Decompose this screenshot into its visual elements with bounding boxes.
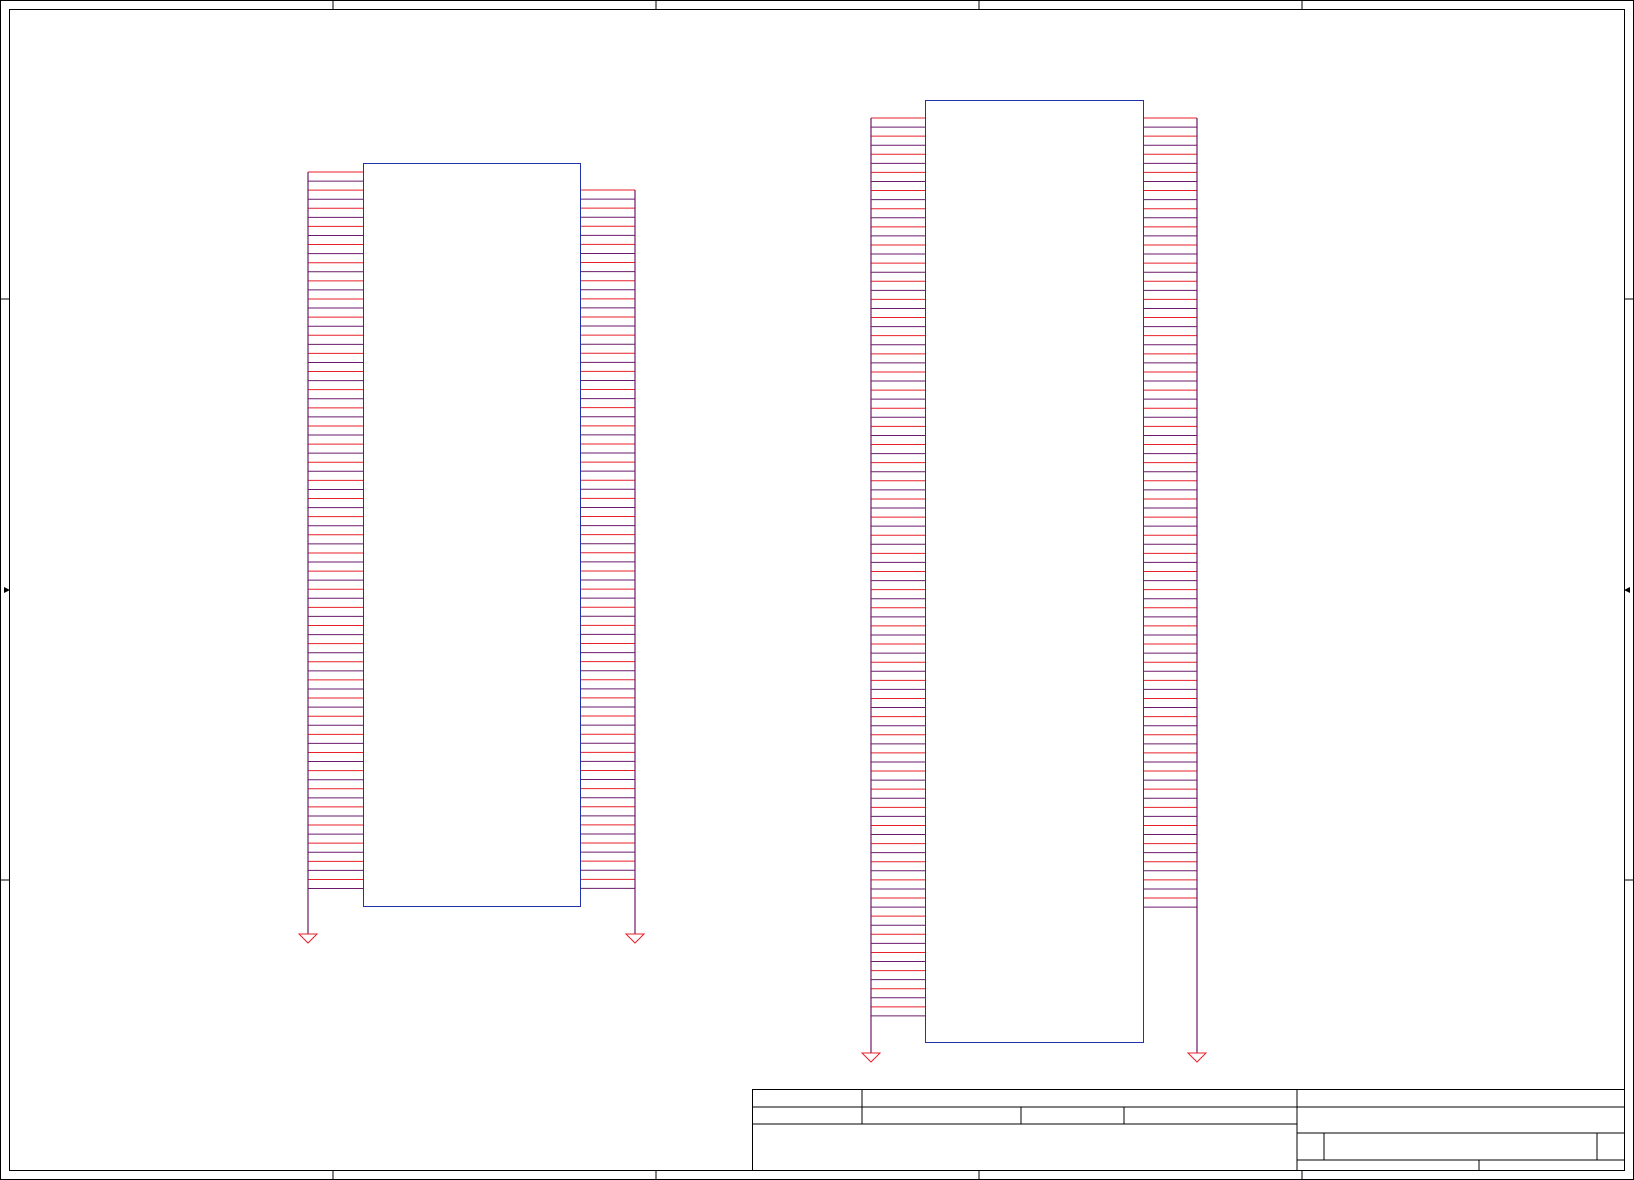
schematic-sheet	[0, 0, 1634, 1180]
ground-symbol	[624, 933, 646, 944]
ic-body	[925, 100, 1144, 1043]
outer-border	[0, 0, 1634, 1180]
ground-symbol	[1186, 1052, 1208, 1063]
ic-body	[363, 163, 581, 907]
drawing-frame	[0, 0, 1634, 1180]
ground-symbol	[860, 1052, 882, 1063]
zone-markers	[0, 0, 1634, 1180]
component-u2	[860, 100, 1208, 1063]
inner-border	[9, 9, 1625, 1171]
ground-symbol	[297, 933, 319, 944]
title-block	[752, 1089, 1625, 1171]
component-u1	[297, 163, 646, 944]
title-block-frame	[752, 1089, 1625, 1171]
